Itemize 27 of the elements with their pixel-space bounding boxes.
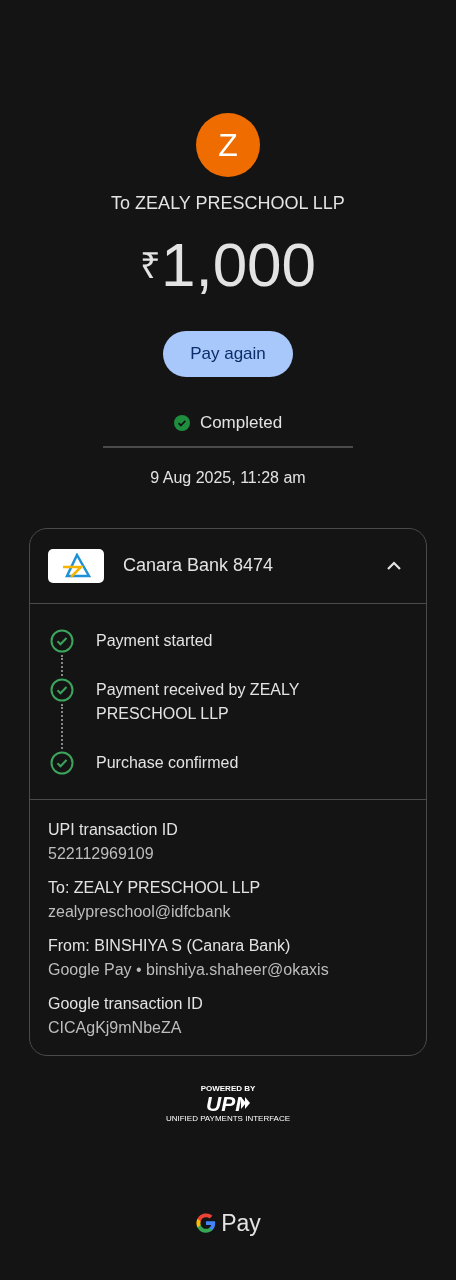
detail-label: Google transaction ID	[48, 993, 204, 1014]
bank-account: Canara Bank 8474	[123, 554, 275, 577]
upi-logo-text: UPI	[206, 1092, 241, 1114]
detail-value: CICAgKj9mNbeZA	[48, 1017, 183, 1038]
payee-title: To ZEALY PRESCHOOL LLP	[111, 192, 345, 215]
brand-text: Pay	[221, 1208, 261, 1238]
detail-value: 522112969109	[48, 843, 155, 864]
powered-by-text: POWERED BY	[200, 1083, 256, 1093]
step-label: Payment received by ZEALY PRESCHOOL LLP	[96, 679, 301, 724]
status-label: Completed	[199, 412, 283, 434]
detail-label: To: ZEALY PRESCHOOL LLP	[48, 877, 262, 898]
step-label: Payment started	[96, 630, 214, 651]
transaction-date: 9 Aug 2025, 11:28 am	[150, 467, 306, 488]
detail-value: zealypreschool@idfcbank	[48, 901, 232, 922]
chevron-up-icon[interactable]	[386, 560, 402, 571]
bank-logo-icon	[60, 552, 92, 579]
pay-again-button[interactable]: Pay again	[163, 331, 293, 377]
detail-label: From: BINSHIYA S (Canara Bank)	[48, 935, 292, 956]
currency-symbol: ₹	[139, 244, 161, 288]
detail-value: Google Pay • binshiya.shaheer@okaxis	[48, 959, 330, 980]
google-g-icon	[195, 1211, 218, 1234]
avatar: Z	[196, 113, 260, 177]
detail-label: UPI transaction ID	[48, 819, 179, 840]
upi-tagline: UNIFIED PAYMENTS INTERFACE	[165, 1113, 291, 1124]
step-label: Purchase confirmed	[96, 752, 240, 773]
amount: 1,000	[160, 229, 317, 301]
upi-arrows-icon	[241, 1097, 250, 1109]
